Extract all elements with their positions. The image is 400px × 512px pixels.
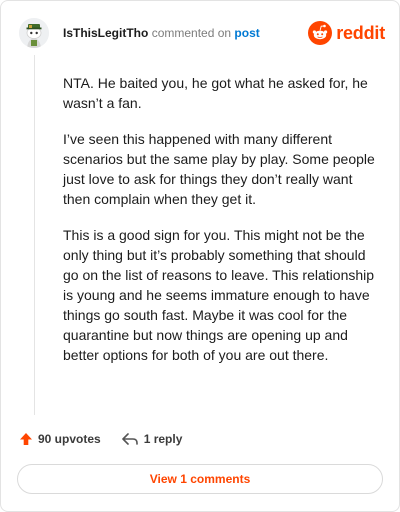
- comment-header: IsThisLegitTho commented on post reddit: [15, 15, 387, 51]
- comment-body: NTA. He baited you, he got what he asked…: [63, 73, 381, 381]
- avatar[interactable]: [19, 18, 49, 48]
- thread-line: [34, 55, 35, 415]
- upvote-count: 90 upvotes: [38, 432, 101, 446]
- commented-on-text: commented on: [151, 26, 232, 40]
- upvote-button[interactable]: 90 upvotes: [19, 432, 101, 446]
- view-comments-button[interactable]: View 1 comments: [17, 464, 383, 494]
- reddit-logo-icon: [308, 21, 333, 45]
- username-link[interactable]: IsThisLegitTho: [63, 26, 148, 40]
- avatar-image: [19, 18, 49, 48]
- reply-arrow-icon: [121, 433, 138, 445]
- comment-paragraph: I’ve seen this happened with many differ…: [63, 131, 375, 207]
- comment-card: IsThisLegitTho commented on post reddit …: [0, 0, 400, 512]
- comment-actions: 90 upvotes 1 reply: [19, 429, 182, 449]
- reddit-brand[interactable]: reddit: [308, 19, 385, 47]
- byline: IsThisLegitTho commented on post: [63, 26, 260, 40]
- comment-paragraph: This is a good sign for you. This might …: [63, 227, 375, 363]
- post-link[interactable]: post: [234, 26, 259, 40]
- reply-count: 1 reply: [143, 432, 183, 446]
- reddit-wordmark: reddit: [336, 23, 385, 43]
- reply-button[interactable]: 1 reply: [121, 432, 183, 446]
- comment-paragraph: NTA. He baited you, he got what he asked…: [63, 75, 368, 111]
- upvote-arrow-icon: [20, 433, 32, 445]
